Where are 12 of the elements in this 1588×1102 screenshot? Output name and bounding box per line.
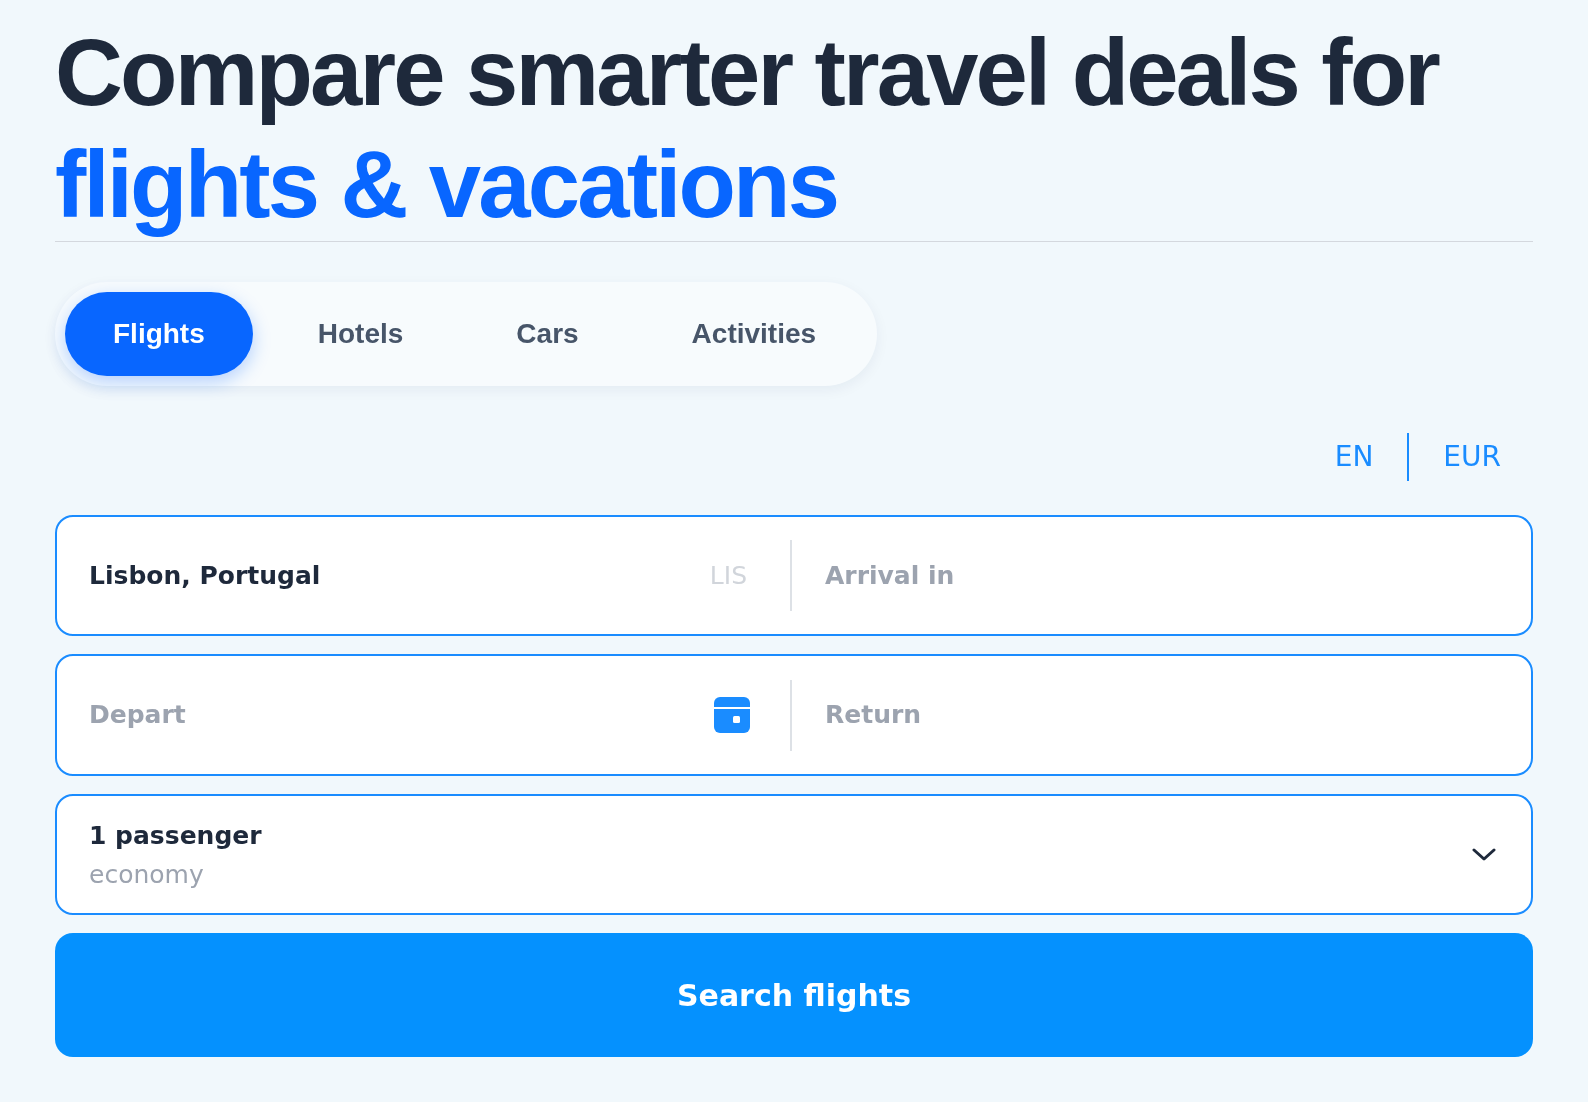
- tab[interactable]: Activities: [643, 292, 865, 376]
- return-date-input[interactable]: Return: [825, 696, 1499, 734]
- tab[interactable]: Cars: [468, 292, 627, 376]
- page-heading: Compare smarter travel deals for flights & vacations: [55, 19, 1440, 239]
- origin-input[interactable]: Lisbon, Portugal: [89, 556, 694, 595]
- passenger-select[interactable]: 1 passenger economy: [55, 794, 1533, 915]
- calendar-icon: [714, 697, 750, 733]
- depart-date-input[interactable]: Depart: [89, 696, 698, 734]
- tab[interactable]: Flights: [65, 292, 253, 376]
- tab[interactable]: Hotels: [269, 292, 452, 376]
- chevron-down-icon: [1472, 847, 1496, 862]
- destination-input[interactable]: Arrival in: [825, 556, 1499, 595]
